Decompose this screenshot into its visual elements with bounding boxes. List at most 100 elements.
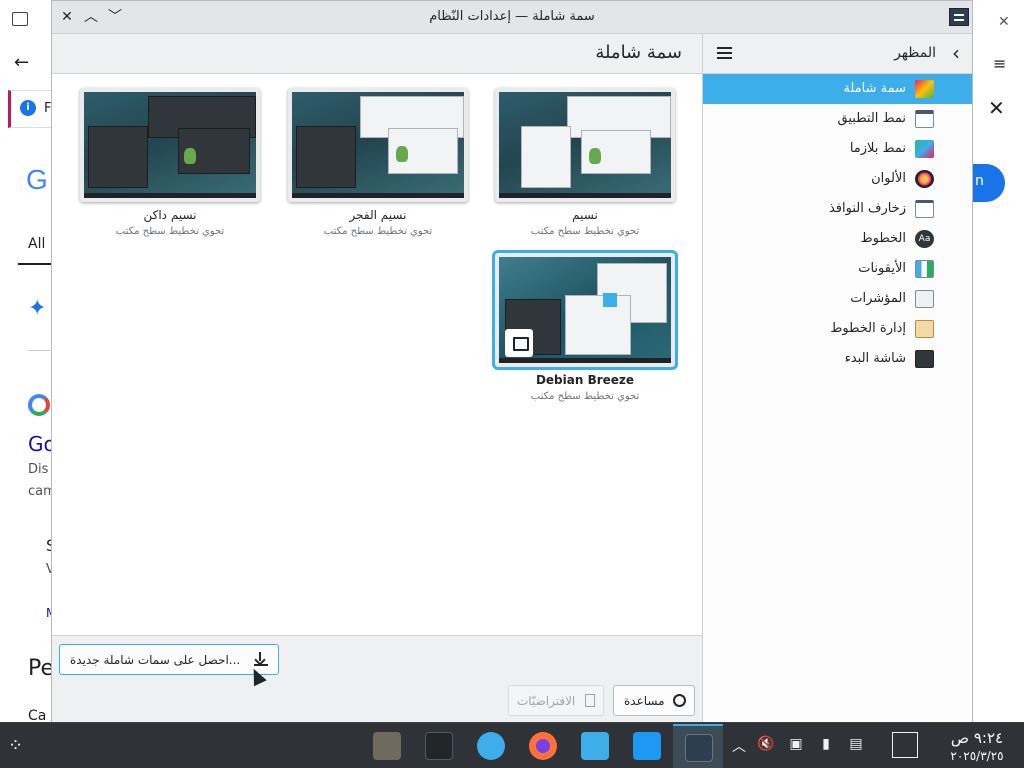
document-icon [585,694,595,707]
thumbnail-image [84,92,256,198]
sidebar-item-label: الأيقونات [858,261,906,276]
sidebar-item-fonts[interactable]: الخطوط Aa [703,224,972,254]
lens-icon [28,394,50,416]
network-tray-icon[interactable]: ▣ [787,736,805,754]
sidebar-item-window-decorations[interactable]: زخارف النوافذ [703,194,972,224]
taskbar-terminal[interactable] [413,724,463,768]
clipboard-icon[interactable]: ▤ [847,736,865,754]
global-theme-icon [915,80,934,98]
google-logo: G [26,164,48,195]
sparkle-icon: ✦ [28,296,47,321]
taskbar-software-center[interactable] [621,724,671,768]
theme-thumbnail[interactable] [492,250,678,370]
sidebar-item-label: سمة شاملة [843,81,906,96]
terminal-icon [425,732,453,760]
sidebar: المظهر ‹ سمة شاملة نمط التطبيق نمط بلازم… [703,34,972,722]
help-icon [673,694,686,707]
taskbar-file-manager[interactable] [569,724,619,768]
sidebar-item-label: زخارف النوافذ [828,201,906,216]
thumbnail-image [292,92,464,198]
title-bar[interactable]: ✕ ︿ ﹀ سمة شاملة — إعدادات النّظام [52,1,972,34]
application-style-icon [915,110,934,128]
help-button[interactable]: مساعدة [613,685,695,716]
system-settings-app-icon[interactable] [949,8,969,26]
tab-underline [18,263,52,265]
theme-description: تحوي تخطيط سطح مكتب [115,226,225,237]
sidebar-item-label: نمط التطبيق [837,111,906,126]
content-header: سمة شاملة [52,34,702,74]
firefox-icon [529,732,557,760]
colors-icon [915,170,934,188]
gimp-icon [373,732,401,760]
browser-close-icon[interactable]: ✕ [998,14,1010,30]
theme-name: نسيم [572,208,598,222]
theme-thumbnail[interactable] [288,88,468,202]
sidebar-item-label: الألوان [871,171,906,186]
taskbar: ⁘ ︿ 🔇 ▣ ▮ ▤ ٩:٢٤ ص ٢٠٢٥/٣/٢٥ [0,722,1024,768]
back-chevron-icon[interactable]: ‹ [952,41,960,65]
taskbar-gimp[interactable] [361,724,411,768]
volume-muted-icon[interactable]: 🔇 [757,736,775,754]
defaults-label: الافتراضيّات [517,694,576,708]
network-icon [477,732,505,760]
plasma-style-icon [915,140,934,158]
system-settings-window: ✕ ︿ ﹀ سمة شاملة — إعدادات النّظام سمة شا… [51,0,973,722]
sidebar-item-global-theme[interactable]: سمة شاملة [703,74,972,104]
sidebar-item-application-style[interactable]: نمط التطبيق [703,104,972,134]
clock-date[interactable]: ٢٠٢٥/٣/٢٥ [938,749,1016,763]
sidebar-item-label: نمط بلازما [849,141,906,156]
defaults-button[interactable]: الافتراضيّات [508,685,604,716]
theme-description: تحوي تخطيط سطح مكتب [530,226,640,237]
folder-icon [581,732,609,760]
window-decorations-icon [915,200,934,218]
divider [28,350,52,351]
taskbar-firefox[interactable] [517,724,567,768]
sidebar-item-label: الخطوط [860,231,906,246]
sidebar-item-cursors[interactable]: المؤشرات [703,284,972,314]
show-desktop-button[interactable] [892,732,918,758]
sidebar-item-font-management[interactable]: إدارة الخطوط [703,314,972,344]
usb-devices-icon[interactable]: ▮ [817,736,835,754]
thumbnail-image [499,92,671,198]
page-title: سمة شاملة [595,42,682,63]
theme-card-breeze[interactable]: نسيم تحوي تخطيط سطح مكتب [495,88,675,253]
sidebar-item-splash-screen[interactable]: شاشة البدء [703,344,972,374]
splash-screen-icon [915,350,934,368]
clock-time[interactable]: ٩:٢٤ ص [942,729,1012,747]
theme-description: تحوي تخطيط سطح مكتب [323,226,433,237]
taskbar-system-settings[interactable] [673,724,723,768]
theme-grid: نسيم تحوي تخطيط سطح مكتب نسيم الفجر تحوي… [52,74,702,636]
get-new-themes-label: احصل على سمات شاملة جديدة... [70,653,241,667]
window-title: سمة شاملة — إعدادات النّظام [429,9,595,24]
hamburger-menu-icon[interactable] [715,43,735,63]
content-pane: سمة شاملة نسيم تحوي تخطيط سطح مكتب نسيم … [52,34,703,722]
browser-menu-icon[interactable]: ≡ [993,54,1006,73]
theme-card-breeze-twilight[interactable]: نسيم الفجر تحوي تخطيط سطح مكتب [288,88,468,253]
sidebar-list: سمة شاملة نمط التطبيق نمط بلازما الألوان… [703,74,972,374]
theme-card-breeze-dark[interactable]: نسيم داكن تحوي تخطيط سطح مكتب [80,88,260,253]
theme-card-debian-breeze[interactable]: Debian Breeze تحوي تخطيط سطح مكتب [492,250,678,418]
store-icon [633,732,661,760]
sidebar-item-icons[interactable]: الأيقونات [703,254,972,284]
tray-expand-icon[interactable]: ︿ [730,736,748,755]
application-launcher-icon[interactable]: ⁘ [8,735,23,756]
theme-name: نسيم الفجر [349,208,407,222]
taskbar-discover[interactable] [465,724,515,768]
theme-description: تحوي تخطيط سطح مكتب [530,391,640,402]
search-tab-all[interactable]: All [28,236,45,252]
browser-tabs-icon[interactable] [12,12,28,26]
sidebar-item-plasma-style[interactable]: نمط بلازما [703,134,972,164]
theme-thumbnail[interactable] [495,88,675,202]
theme-thumbnail[interactable] [80,88,260,202]
get-new-themes-button[interactable]: احصل على سمات شاملة جديدة... [59,644,279,675]
info-bar-close-icon[interactable]: ✕ [988,96,1005,120]
system-settings-icon [685,734,713,762]
sidebar-header: المظهر ‹ [703,34,972,74]
sidebar-item-label: شاشة البدء [844,351,906,366]
browser-back-arrow-icon[interactable]: ← [14,52,29,73]
fonts-icon: Aa [915,230,934,248]
icons-icon [915,260,934,278]
download-icon [254,652,268,666]
sidebar-item-colors[interactable]: الألوان [703,164,972,194]
font-management-icon [915,320,934,338]
